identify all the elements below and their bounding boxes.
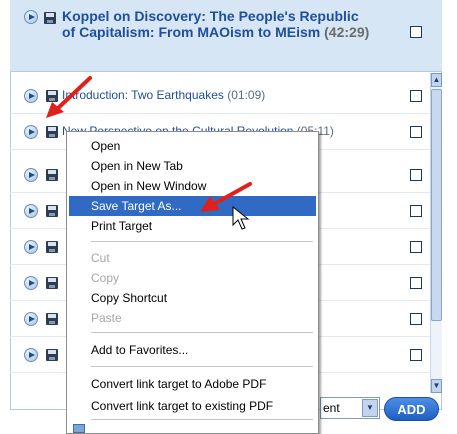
segment-checkbox[interactable] — [410, 205, 422, 217]
menu-separator — [91, 419, 313, 420]
segment-checkbox[interactable] — [410, 313, 422, 325]
menu-item-icon — [73, 424, 85, 433]
play-icon[interactable] — [24, 204, 38, 218]
menu-paste: Paste — [91, 311, 122, 325]
save-icon[interactable] — [46, 169, 58, 181]
scroll-up-button[interactable]: ▲ — [431, 73, 442, 87]
add-target-select[interactable]: ent ▼ — [320, 397, 380, 419]
save-icon[interactable] — [46, 126, 58, 138]
add-button[interactable]: ADD — [384, 397, 439, 421]
segment-checkbox[interactable] — [410, 126, 422, 138]
menu-save-target-as[interactable]: Save Target As... — [69, 196, 316, 216]
menu-cut: Cut — [91, 251, 110, 265]
chevron-down-icon[interactable]: ▼ — [362, 399, 378, 417]
play-icon[interactable] — [24, 89, 38, 103]
menu-open-new-tab[interactable]: Open in New Tab — [69, 156, 316, 176]
segment-checkbox[interactable] — [410, 277, 422, 289]
menu-print-target[interactable]: Print Target — [69, 216, 316, 236]
segment-checkbox[interactable] — [410, 349, 422, 361]
context-menu: Open Open in New Tab Open in New Window … — [66, 131, 319, 434]
save-icon[interactable] — [46, 349, 58, 361]
add-target-value: ent — [323, 401, 340, 415]
play-icon[interactable] — [24, 348, 38, 362]
mouse-cursor-icon — [232, 206, 250, 230]
play-icon[interactable] — [24, 312, 38, 326]
play-icon[interactable] — [24, 125, 38, 139]
program-header: Koppel on Discovery: The People's Republ… — [10, 0, 442, 72]
menu-add-to-favorites[interactable]: Add to Favorites... — [69, 340, 316, 360]
menu-separator — [91, 366, 313, 367]
menu-copy-shortcut[interactable]: Copy Shortcut — [69, 288, 316, 308]
play-icon[interactable] — [24, 10, 38, 24]
menu-convert-to-adobe-pdf[interactable]: Convert link target to Adobe PDF — [69, 374, 316, 394]
menu-convert-to-existing-pdf[interactable]: Convert link target to existing PDF — [69, 396, 316, 416]
save-icon[interactable] — [46, 205, 58, 217]
program-title[interactable]: Koppel on Discovery: The People's Republ… — [62, 8, 372, 40]
segment-checkbox[interactable] — [410, 241, 422, 253]
menu-separator — [91, 332, 313, 333]
save-icon[interactable] — [46, 313, 58, 325]
segment-checkbox[interactable] — [410, 169, 422, 181]
program-duration: (42:29) — [324, 24, 370, 40]
menu-open-new-window[interactable]: Open in New Window — [69, 176, 316, 196]
menu-copy: Copy — [91, 271, 120, 285]
annotation-arrow-icon — [46, 76, 92, 118]
scroll-down-button[interactable]: ▼ — [431, 379, 442, 393]
program-title-text: Koppel on Discovery: The People's Republ… — [62, 8, 359, 40]
play-icon[interactable] — [24, 240, 38, 254]
play-icon[interactable] — [24, 168, 38, 182]
segment-duration: (01:09) — [227, 88, 266, 102]
play-icon[interactable] — [24, 276, 38, 290]
segment-checkbox[interactable] — [410, 90, 422, 102]
save-icon[interactable] — [46, 277, 58, 289]
menu-separator — [91, 241, 313, 242]
save-icon[interactable] — [46, 241, 58, 253]
scrollbar[interactable]: ▲ ▼ — [430, 73, 442, 393]
save-icon[interactable] — [44, 12, 56, 24]
menu-open[interactable]: Open — [69, 136, 316, 156]
scroll-thumb[interactable] — [431, 89, 442, 321]
program-checkbox[interactable] — [410, 26, 422, 38]
